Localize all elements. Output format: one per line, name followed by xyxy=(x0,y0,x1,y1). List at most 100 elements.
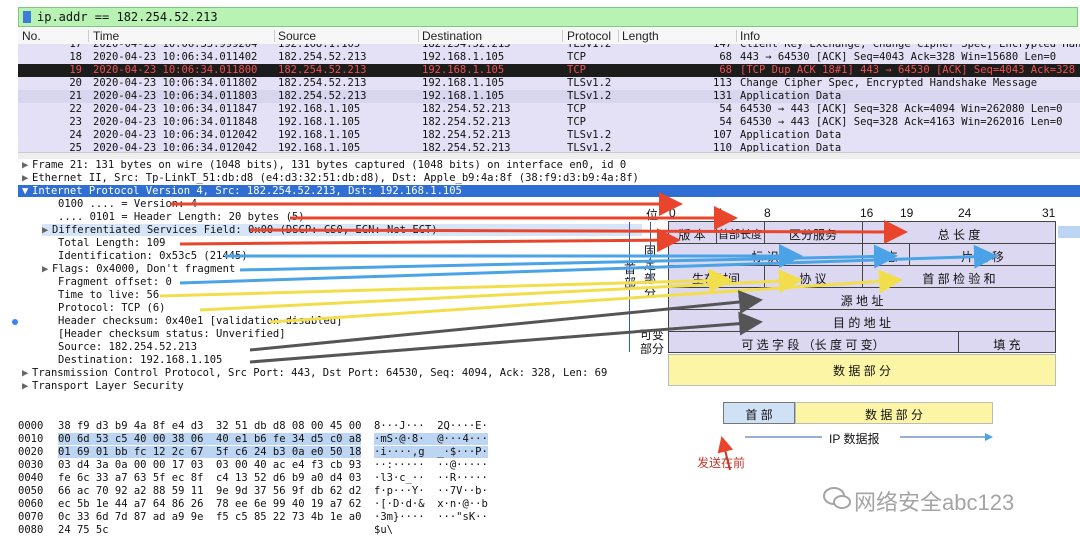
packet-proto: TLSv1.2 xyxy=(567,142,612,152)
hex-bytes[interactable]: fe 6c 33 a7 63 5f ec 8f c4 13 52 d6 b9 a… xyxy=(58,472,361,484)
packet-proto: TLSv1.2 xyxy=(567,129,612,141)
packet-no: 17 xyxy=(69,44,82,50)
hex-bytes[interactable]: ec 5b 1e 44 a7 64 86 26 78 ee 6e 99 40 1… xyxy=(58,498,361,510)
col-length[interactable]: Length xyxy=(622,29,659,43)
cell-protocol: 协 议 xyxy=(799,272,827,286)
expand-arrow-icon: ▶ xyxy=(42,263,49,275)
tree-ipv4[interactable]: ▼ Internet Protocol Version 4, Src: 182.2… xyxy=(18,185,1080,197)
packet-row[interactable]: 23 2020-04-23 10:06:34.011848 192.168.1.10… xyxy=(18,116,1080,129)
packet-dst: 182.254.52.213 xyxy=(422,44,511,50)
col-info[interactable]: Info xyxy=(740,29,760,43)
tree-ethernet[interactable]: ▶ Ethernet II, Src: Tp-LinkT_51:db:d8 (e4… xyxy=(22,172,639,184)
field-fragment-offset[interactable]: Fragment offset: 0 xyxy=(58,276,172,288)
packet-proto: TCP xyxy=(567,103,586,115)
hex-offset: 0050 xyxy=(18,485,44,497)
packet-src: 182.254.52.213 xyxy=(278,51,367,63)
packet-dst: 192.168.1.105 xyxy=(422,64,505,76)
packet-no: 25 xyxy=(69,142,82,152)
cell-ihl: 首部长度 xyxy=(718,229,762,241)
col-destination[interactable]: Destination xyxy=(422,29,482,43)
packet-time: 2020-04-23 10:06:34.011800 xyxy=(93,64,258,76)
cell-dsf: 区分服务 xyxy=(788,228,837,242)
cell-source: 源 地 址 xyxy=(840,294,884,308)
packet-src: 192.168.1.105 xyxy=(278,103,361,115)
field-flags[interactable]: ▶ Flags: 0x4000, Don't fragment xyxy=(42,263,235,275)
col-time[interactable]: Time xyxy=(93,29,119,43)
packet-no: 23 xyxy=(69,116,82,128)
packet-row[interactable]: 17 2020-04-23 10:06:33.999264 192.168.1.10… xyxy=(18,44,1080,51)
hex-ascii[interactable]: ·mS·@·8· @···4··· xyxy=(374,433,488,445)
filter-input[interactable]: ip.addr == 182.254.52.213 xyxy=(37,10,218,24)
hex-bytes[interactable]: 38 f9 d3 b9 4a 8f e4 d3 32 51 db d8 08 0… xyxy=(58,420,361,432)
packet-len: 131 xyxy=(713,90,732,102)
hex-ascii[interactable]: ·i····,g _·$···P· xyxy=(374,446,488,458)
hex-bytes[interactable]: 03 d4 3a 0a 00 00 17 03 03 00 40 ac e4 f… xyxy=(58,459,361,471)
tree-frame[interactable]: ▶ Frame 21: 131 bytes on wire (1048 bits)… xyxy=(22,159,626,171)
packet-row[interactable]: 19 2020-04-23 10:06:34.011800 182.254.52.2… xyxy=(18,64,1080,77)
hex-ascii[interactable]: ··:····· ··@····· xyxy=(374,459,488,471)
hex-bytes[interactable]: 0c 33 6d 7d 87 ad a9 9e f5 c5 85 22 73 4… xyxy=(58,511,361,523)
ip-datagram-label: IP 数据报 xyxy=(826,430,883,447)
field-ttl[interactable]: Time to live: 56 xyxy=(58,289,159,301)
packet-len: 54 xyxy=(719,116,732,128)
small-data-label: 数 据 部 分 xyxy=(864,408,923,422)
cell-checksum: 首 部 检 验 和 xyxy=(922,272,996,286)
packet-row[interactable]: 24 2020-04-23 10:06:34.012042 192.168.1.10… xyxy=(18,129,1080,142)
field-dsf[interactable]: ▶ Differentiated Services Field: 0x00 (DS… xyxy=(42,224,642,236)
display-filter-bar[interactable]: ip.addr == 182.254.52.213 xyxy=(18,7,1078,27)
packet-row[interactable]: 20 2020-04-23 10:06:34.011802 182.254.52.2… xyxy=(18,77,1080,90)
hex-offset: 0070 xyxy=(18,511,44,523)
packet-info: 443 → 64530 [ACK] Seq=4043 Ack=328 Win=1… xyxy=(740,51,1057,63)
bit-31: 31 xyxy=(1042,206,1056,220)
packet-proto: TCP xyxy=(567,51,586,63)
field-destination[interactable]: Destination: 192.168.1.105 xyxy=(58,354,222,366)
hex-offset: 0040 xyxy=(18,472,44,484)
field-header-length[interactable]: .... 0101 = Header Length: 20 bytes (5) xyxy=(58,211,305,223)
hex-bytes[interactable]: 00 6d 53 c5 40 00 38 06 40 e1 b6 fe 34 d… xyxy=(58,433,362,445)
watermark-text: 网络安全abc123 xyxy=(854,490,1015,515)
packet-row[interactable]: 18 2020-04-23 10:06:34.011402 182.254.52.2… xyxy=(18,51,1080,64)
field-version[interactable]: 0100 .... = Version: 4 xyxy=(58,198,197,210)
field-identification[interactable]: Identification: 0x53c5 (21445) xyxy=(58,250,248,262)
hex-ascii[interactable]: $u\ xyxy=(374,524,393,536)
col-no[interactable]: No. xyxy=(22,29,41,43)
tree-tcp[interactable]: ▶ Transmission Control Protocol, Src Port… xyxy=(22,367,607,379)
packet-src: 192.168.1.105 xyxy=(278,116,361,128)
field-total-length[interactable]: Total Length: 109 xyxy=(58,237,165,249)
packet-row[interactable]: 25 2020-04-23 10:06:34.012042 192.168.1.10… xyxy=(18,142,1080,152)
hex-bytes[interactable]: 66 ac 70 92 a2 88 59 11 9e 9d 37 56 9f d… xyxy=(58,485,361,497)
bit-8: 8 xyxy=(764,206,771,220)
hex-offset: 0080 xyxy=(18,524,44,536)
hex-bytes[interactable]: 01 69 01 bb fc 12 2c 67 5f c6 24 b3 0a e… xyxy=(58,446,362,458)
small-header-label: 首 部 xyxy=(745,408,773,422)
packet-row[interactable]: 21 2020-04-23 10:06:34.011803 182.254.52.2… xyxy=(18,90,1080,103)
expand-arrow-icon: ▶ xyxy=(22,159,29,171)
tree-tls[interactable]: ▶ Transport Layer Security xyxy=(22,380,184,392)
packet-dst: 192.168.1.105 xyxy=(422,51,505,63)
packet-list-header: No. Time Source Destination Protocol Len… xyxy=(18,28,1080,45)
hex-ascii[interactable]: f·p···Y· ··7V··b· xyxy=(374,485,488,497)
hex-ascii[interactable]: ·3m}···· ···"sK·· xyxy=(374,511,488,523)
cell-options: 可 选 字 段 （长 度 可 变） xyxy=(741,338,885,352)
field-protocol[interactable]: Protocol: TCP (6) xyxy=(58,302,165,314)
packet-len: 110 xyxy=(713,142,732,152)
packet-dst: 182.254.52.213 xyxy=(422,142,511,152)
packet-row[interactable]: 22 2020-04-23 10:06:34.011847 192.168.1.10… xyxy=(18,103,1080,116)
hex-offset: 0020 xyxy=(18,446,44,458)
col-source[interactable]: Source xyxy=(278,29,316,43)
hex-bytes[interactable]: 24 75 5c xyxy=(58,524,109,536)
col-protocol[interactable]: Protocol xyxy=(567,29,611,43)
hex-dump-pane[interactable]: 0000 38 f9 d3 b9 4a 8f e4 d3 32 51 db d8 … xyxy=(18,420,578,536)
expand-arrow-icon: ▶ xyxy=(22,380,29,392)
hex-ascii[interactable]: ·l3·c_·· ··R····· xyxy=(374,472,488,484)
bookmark-icon[interactable] xyxy=(23,11,31,23)
packet-list[interactable]: 17 2020-04-23 10:06:33.999264 192.168.1.10… xyxy=(18,44,1080,152)
hex-ascii[interactable]: 8···J··· 2Q····E· xyxy=(374,420,488,432)
packet-dst: 182.254.52.213 xyxy=(422,129,511,141)
field-checksum-status[interactable]: [Header checksum status: Unverified] xyxy=(58,328,286,340)
field-checksum[interactable]: Header checksum: 0x40e1 [validation disa… xyxy=(58,315,342,327)
watermark: 网络安全abc123 xyxy=(822,481,1062,515)
hex-ascii[interactable]: ·[·D·d·& x·n·@··b xyxy=(374,498,488,510)
send-first-label: 发送在前 xyxy=(697,456,746,470)
field-source[interactable]: Source: 182.254.52.213 xyxy=(58,341,197,353)
